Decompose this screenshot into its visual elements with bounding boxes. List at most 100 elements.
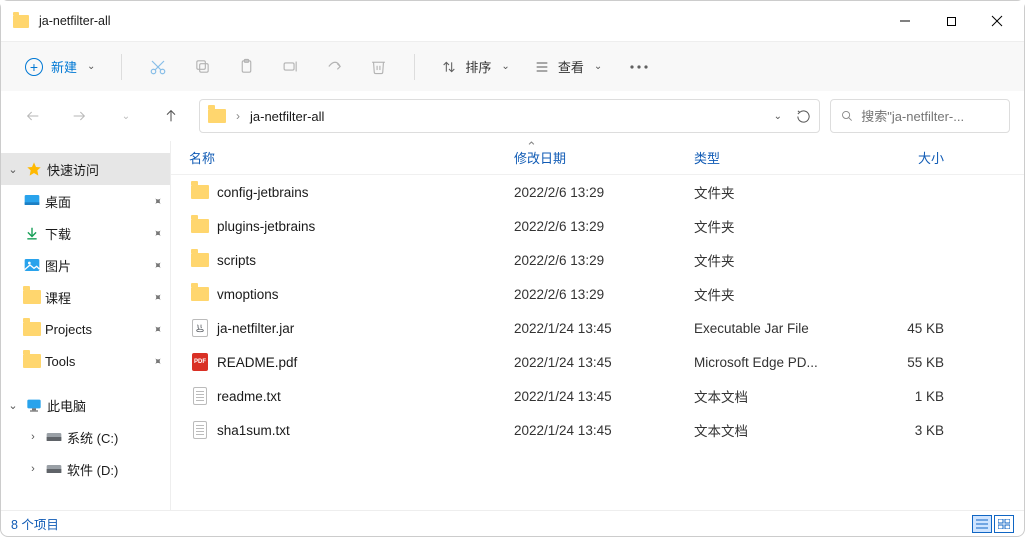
cut-button[interactable] <box>138 49 178 85</box>
rename-button[interactable] <box>270 49 310 85</box>
file-date: 2022/2/6 13:29 <box>514 287 694 302</box>
desktop-icon <box>23 192 41 210</box>
sidebar-item-drive-d[interactable]: › 软件 (D:) <box>1 453 170 485</box>
file-row[interactable]: readme.txt2022/1/24 13:45文本文档1 KB <box>171 379 1024 413</box>
sidebar: ⌄ 快速访问 桌面 ✦ 下载 ✦ 图片 ✦ 课程 ✦ Projects ✦ <box>1 141 171 511</box>
window-folder-icon <box>13 15 29 28</box>
pin-icon: ✦ <box>150 353 166 369</box>
sidebar-label: Projects <box>45 322 92 337</box>
chevron-down-icon: ⌄ <box>5 399 21 412</box>
text-file-icon <box>193 387 207 405</box>
sidebar-label: 课程 <box>45 288 71 307</box>
view-button[interactable]: 查看 ⌄ <box>524 51 612 82</box>
file-row[interactable]: ja-netfilter.jar2022/1/24 13:45Executabl… <box>171 311 1024 345</box>
computer-icon <box>25 396 43 414</box>
file-type: 文本文档 <box>694 420 854 440</box>
up-button[interactable] <box>153 98 189 134</box>
sidebar-label: 软件 (D:) <box>67 460 118 479</box>
file-row[interactable]: config-jetbrains 2022/2/6 13:29文件夹 <box>171 175 1024 209</box>
sidebar-item-tools[interactable]: Tools ✦ <box>1 345 170 377</box>
new-label: 新建 <box>51 57 77 76</box>
drive-icon <box>45 460 63 478</box>
sidebar-item-this-pc[interactable]: ⌄ 此电脑 <box>1 389 170 421</box>
file-size: 1 KB <box>854 389 944 404</box>
more-button[interactable] <box>616 49 662 85</box>
minimize-button[interactable] <box>882 1 928 41</box>
file-date: 2022/2/6 13:29 <box>514 253 694 268</box>
chevron-down-icon: ⌄ <box>5 163 21 176</box>
sidebar-item-drive-c[interactable]: › 系统 (C:) <box>1 421 170 453</box>
pictures-icon <box>23 256 41 274</box>
file-row[interactable]: plugins-jetbrains2022/2/6 13:29文件夹 <box>171 209 1024 243</box>
title-bar: ja-netfilter-all <box>1 1 1024 41</box>
recent-button[interactable]: ⌄ <box>107 98 143 134</box>
back-button[interactable] <box>15 98 51 134</box>
status-bar: 8 个项目 <box>1 510 1024 536</box>
file-date: 2022/1/24 13:45 <box>514 423 694 438</box>
pin-icon: ✦ <box>150 193 166 209</box>
file-date: 2022/1/24 13:45 <box>514 321 694 336</box>
file-date: 2022/1/24 13:45 <box>514 389 694 404</box>
column-header-date[interactable]: 修改日期 <box>514 148 694 167</box>
sidebar-label: 下载 <box>45 224 71 243</box>
sidebar-item-desktop[interactable]: 桌面 ✦ <box>1 185 170 217</box>
window-controls <box>882 1 1020 41</box>
sidebar-item-quick-access[interactable]: ⌄ 快速访问 <box>1 153 170 185</box>
address-bar[interactable]: › ja-netfilter-all ⌄ <box>199 99 820 133</box>
search-box[interactable] <box>830 99 1010 133</box>
file-name: scripts <box>217 253 256 268</box>
folder-icon <box>23 288 41 306</box>
column-header-type[interactable]: 类型 <box>694 148 854 167</box>
file-date: 2022/1/24 13:45 <box>514 355 694 370</box>
file-row[interactable]: sha1sum.txt2022/1/24 13:45文本文档3 KB <box>171 413 1024 447</box>
search-input[interactable] <box>861 109 999 124</box>
chevron-down-icon[interactable]: ⌄ <box>774 111 782 122</box>
folder-icon <box>23 352 41 370</box>
separator <box>414 54 415 80</box>
sidebar-item-downloads[interactable]: 下载 ✦ <box>1 217 170 249</box>
file-type: 文件夹 <box>694 216 854 236</box>
pin-icon: ✦ <box>150 225 166 241</box>
file-size: 55 KB <box>854 355 944 370</box>
share-button[interactable] <box>314 49 354 85</box>
sidebar-label: 快速访问 <box>47 160 99 179</box>
thumbnails-view-button[interactable] <box>994 515 1014 533</box>
copy-button[interactable] <box>182 49 222 85</box>
file-type: 文件夹 <box>694 182 854 202</box>
sidebar-label: Tools <box>45 354 75 369</box>
close-button[interactable] <box>974 1 1020 41</box>
file-row[interactable]: vmoptions 2022/2/6 13:29文件夹 <box>171 277 1024 311</box>
file-type: 文件夹 <box>694 250 854 270</box>
folder-icon <box>191 253 209 267</box>
file-name: vmoptions <box>217 287 279 302</box>
file-row[interactable]: scripts 2022/2/6 13:29文件夹 <box>171 243 1024 277</box>
new-button[interactable]: + 新建 ⌄ <box>15 51 105 82</box>
file-row[interactable]: PDFREADME.pdf2022/1/24 13:45Microsoft Ed… <box>171 345 1024 379</box>
sort-button[interactable]: 排序 ⌄ <box>431 51 519 82</box>
sidebar-item-projects[interactable]: Projects ✦ <box>1 313 170 345</box>
column-header-name[interactable]: 名称 <box>189 148 514 167</box>
paste-button[interactable] <box>226 49 266 85</box>
chevron-down-icon: ⌄ <box>122 111 130 122</box>
forward-button[interactable] <box>61 98 97 134</box>
sidebar-item-pictures[interactable]: 图片 ✦ <box>1 249 170 281</box>
folder-icon <box>23 320 41 338</box>
star-icon <box>25 160 43 178</box>
folder-icon <box>191 287 209 301</box>
pin-icon: ✦ <box>150 321 166 337</box>
delete-button[interactable] <box>358 49 398 85</box>
refresh-icon[interactable] <box>796 109 811 124</box>
file-date: 2022/2/6 13:29 <box>514 185 694 200</box>
file-size: 3 KB <box>854 423 944 438</box>
sidebar-label: 系统 (C:) <box>67 428 118 447</box>
file-type: 文件夹 <box>694 284 854 304</box>
maximize-button[interactable] <box>928 1 974 41</box>
address-actions: ⌄ <box>772 109 811 124</box>
file-name: config-jetbrains <box>217 185 309 200</box>
column-header-size[interactable]: 大小 <box>854 148 944 167</box>
sidebar-label: 图片 <box>45 256 71 275</box>
file-size: 45 KB <box>854 321 944 336</box>
sidebar-item-courses[interactable]: 课程 ✦ <box>1 281 170 313</box>
details-view-button[interactable] <box>972 515 992 533</box>
pin-icon: ✦ <box>150 257 166 273</box>
